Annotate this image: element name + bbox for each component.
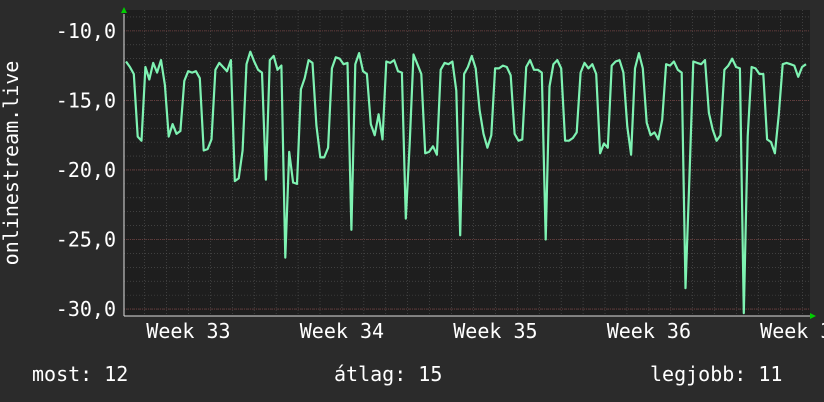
stat-current: most: 12 [32,362,129,386]
chart: -10,0 -15,0 -20,0 -25,0 -30,0 Week 33 Week 34… [0,7,824,343]
plot-background [124,10,810,316]
x-tick-labels: Week 33 Week 34 Week 35 Week 36 Week 37 [146,319,824,343]
y-tick-label: -15,0 [56,88,116,112]
y-tick-label: -20,0 [56,158,116,182]
y-tick-label: -30,0 [56,297,116,321]
x-tick-label: Week 33 [146,319,230,343]
x-tick-label: Week 37 [760,319,824,343]
stat-average: átlag: 15 [334,362,443,386]
footer-stats: most: 12 átlag: 15 legjobb: 11 [0,362,824,388]
y-tick-label: -25,0 [56,228,116,252]
y-tick-label: -10,0 [56,19,116,43]
x-tick-label: Week 36 [607,319,691,343]
x-tick-label: Week 34 [300,319,384,343]
stat-best: legjobb: 11 [650,362,783,386]
y-axis-label: onlinestream.live [0,61,23,266]
x-tick-label: Week 35 [453,319,537,343]
y-tick-labels: -10,0 -15,0 -20,0 -25,0 -30,0 [56,19,116,321]
